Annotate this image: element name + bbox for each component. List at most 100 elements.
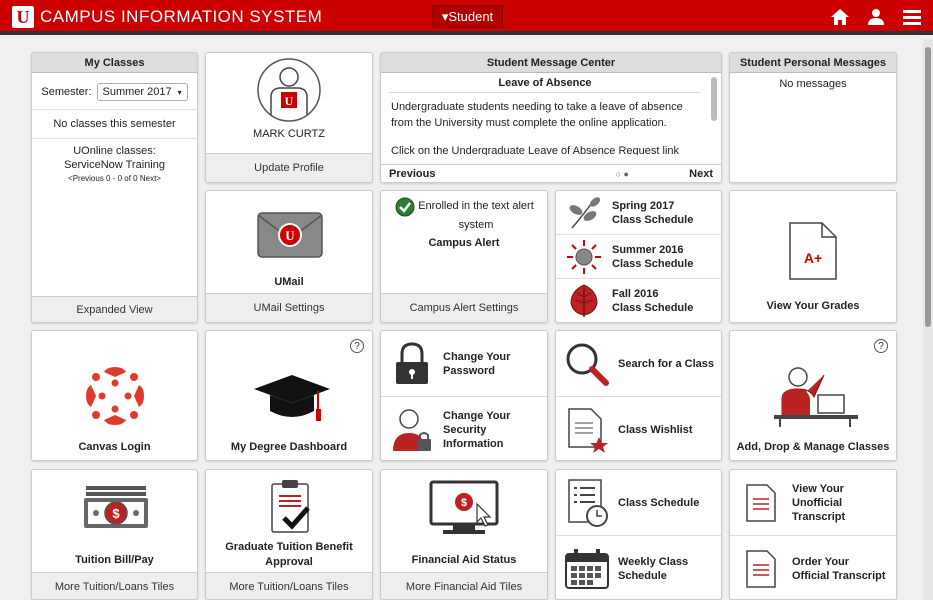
personal-messages-body: No messages <box>779 78 847 90</box>
unofficial-transcript-link[interactable]: View Your Unofficial Transcript <box>730 470 896 536</box>
add-drop-label: Add, Drop & Manage Classes <box>736 441 890 453</box>
semester-value: Summer 2017 <box>102 86 172 98</box>
security-info-sublabel-2: Information <box>443 437 504 450</box>
order-transcript-sublabel: Official Transcript <box>792 569 886 582</box>
degree-dashboard-tile[interactable]: ? My Degree Dashboard <box>205 330 373 461</box>
sun-icon <box>556 239 612 275</box>
current-schedule-tile: Class Schedule Weekly Class Schedule <box>555 469 722 600</box>
class-schedule-link[interactable]: Class Schedule <box>556 470 721 536</box>
semester-select[interactable]: Summer 2017 ▾ <box>96 83 188 101</box>
security-info-sublabel: Security <box>443 423 487 436</box>
change-password-link[interactable]: Change Your Password <box>381 331 547 397</box>
app-title: CAMPUS INFORMATION SYSTEM <box>40 7 323 26</box>
more-tuition-tiles-link[interactable]: More Tuition/Loans Tiles <box>206 572 372 599</box>
svg-text:A+: A+ <box>804 250 822 266</box>
more-financial-aid-tiles-link[interactable]: More Financial Aid Tiles <box>381 572 547 599</box>
calendar-icon <box>556 548 618 590</box>
padlock-icon <box>381 341 443 386</box>
student-at-desk-icon <box>770 365 858 430</box>
profile-tile[interactable]: U MARK CURTZ Update Profile <box>205 52 373 183</box>
order-transcript-link[interactable]: Order Your Official Transcript <box>730 536 896 599</box>
message-body-link[interactable]: Click on the Undergraduate Leave of Abse… <box>381 131 721 155</box>
monitor-dollar-icon: $ <box>429 480 503 541</box>
menu-icon[interactable] <box>901 6 923 28</box>
tuition-bill-label: Tuition Bill/Pay <box>75 554 154 566</box>
umail-tile[interactable]: U UMail UMail Settings <box>205 190 373 323</box>
weekly-schedule-label: Weekly Class <box>618 555 689 568</box>
order-transcript-label: Order Your <box>792 555 850 568</box>
message-pager-dots[interactable]: ○ ● <box>616 169 629 179</box>
past-schedules-tile: Spring 2017 Class Schedule Summer 2016 Cla… <box>555 190 722 323</box>
class-schedule-label: Class Schedule <box>618 496 700 509</box>
fall-2016-label: Fall 2016 <box>612 288 659 300</box>
more-tuition-tiles-link[interactable]: More Tuition/Loans Tiles <box>32 572 197 599</box>
add-drop-tile[interactable]: ? Add, Drop & Manage Classes <box>729 330 897 461</box>
avatar: U <box>257 57 321 126</box>
message-scrollbar[interactable] <box>711 77 717 121</box>
grad-tuition-label-line2: Approval <box>265 556 313 568</box>
money-bill-icon: $ <box>82 482 150 533</box>
search-class-link[interactable]: Search for a Class <box>556 331 721 397</box>
security-info-label: Change Your <box>443 409 511 422</box>
uonline-course-link[interactable]: ServiceNow Training <box>32 157 197 171</box>
top-bar: U CAMPUS INFORMATION SYSTEM ▾Student <box>0 0 933 35</box>
help-icon[interactable]: ? <box>874 339 888 353</box>
spring-2017-sublabel: Class Schedule <box>612 213 694 226</box>
profile-name: MARK CURTZ <box>253 128 325 140</box>
change-password-sublabel: Password <box>443 364 495 377</box>
canvas-logo-icon <box>82 363 148 432</box>
canvas-tile[interactable]: Canvas Login <box>31 330 198 461</box>
svg-text:$: $ <box>461 497 467 509</box>
role-dropdown[interactable]: ▾Student <box>432 5 503 28</box>
grad-tuition-label-line1: Graduate Tuition Benefit <box>225 541 353 553</box>
campus-alert-label: Campus Alert <box>428 237 500 249</box>
brand[interactable]: U CAMPUS INFORMATION SYSTEM <box>12 6 322 28</box>
grad-tuition-label: Graduate Tuition Benefit Approval <box>206 540 372 570</box>
summer-2016-label: Summer 2016 <box>612 243 684 256</box>
tuition-tile[interactable]: $ Tuition Bill/Pay More Tuition/Loans Ti… <box>31 469 198 600</box>
help-icon[interactable]: ? <box>350 339 364 353</box>
campus-alert-tile[interactable]: Enrolled in the text alert system Campus… <box>380 190 548 323</box>
wishlist-document-icon <box>556 407 618 453</box>
fall-2016-schedule-link[interactable]: Fall 2016 Class Schedule <box>556 279 721 322</box>
user-lock-icon <box>381 407 443 453</box>
personal-messages-tile: Student Personal Messages No messages <box>729 52 897 183</box>
expanded-view-link[interactable]: Expanded View <box>32 296 197 322</box>
financial-aid-tile[interactable]: $ Financial Aid Status More Financial Ai… <box>380 469 548 600</box>
update-profile-link[interactable]: Update Profile <box>206 153 372 182</box>
umail-settings-link[interactable]: UMail Settings <box>206 293 372 322</box>
home-icon[interactable] <box>829 6 851 28</box>
clipboard-check-icon <box>270 478 312 539</box>
my-classes-tile: My Classes Semester: Summer 2017 ▾ No cl… <box>31 52 198 323</box>
spring-2017-label: Spring 2017 <box>612 199 675 212</box>
change-password-label: Change Your <box>443 350 511 363</box>
view-grades-label: View Your Grades <box>766 300 860 312</box>
weekly-schedule-link[interactable]: Weekly Class Schedule <box>556 536 721 599</box>
message-center-tile: Student Message Center Leave of Absence … <box>380 52 722 183</box>
chevron-down-icon: ▾ <box>177 87 182 97</box>
check-circle-icon <box>395 197 415 220</box>
previous-message-button[interactable]: Previous <box>389 168 435 180</box>
summer-2016-schedule-link[interactable]: Summer 2016 Class Schedule <box>556 235 721 279</box>
campus-alert-settings-link[interactable]: Campus Alert Settings <box>381 293 547 322</box>
next-message-button[interactable]: Next <box>689 168 713 180</box>
schedule-clock-icon <box>556 478 618 528</box>
class-wishlist-link[interactable]: Class Wishlist <box>556 397 721 460</box>
leaf-sprout-icon <box>556 196 612 230</box>
university-logo: U <box>12 6 34 28</box>
search-class-label: Search for a Class <box>618 357 714 370</box>
summer-2016-sublabel: Class Schedule <box>612 257 694 270</box>
graduation-cap-icon <box>252 371 332 430</box>
semester-label: Semester: <box>41 86 92 98</box>
top-icons <box>829 6 923 28</box>
grades-tile[interactable]: A+ View Your Grades <box>729 190 897 323</box>
user-icon[interactable] <box>865 6 887 28</box>
my-classes-title: My Classes <box>32 53 197 73</box>
scrollbar-thumb[interactable] <box>925 47 931 327</box>
uonline-pager[interactable]: <Previous 0 - 0 of 0 Next> <box>32 171 197 183</box>
grad-tuition-tile[interactable]: Graduate Tuition Benefit Approval More T… <box>205 469 373 600</box>
security-info-link[interactable]: Change Your Security Information <box>381 397 547 460</box>
financial-aid-label: Financial Aid Status <box>411 554 517 566</box>
page-scrollbar[interactable] <box>923 39 933 600</box>
spring-2017-schedule-link[interactable]: Spring 2017 Class Schedule <box>556 191 721 235</box>
